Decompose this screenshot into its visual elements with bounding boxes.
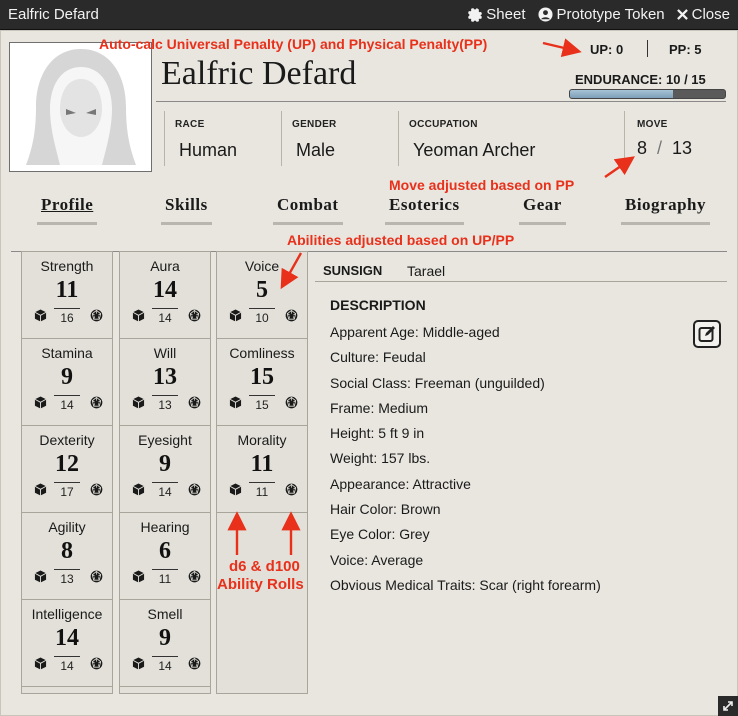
arrow-up-pp (542, 38, 582, 58)
arrow-abilities (280, 252, 303, 290)
resize-icon (723, 701, 733, 711)
gear-icon (468, 7, 483, 22)
prototype-token-button[interactable]: Prototype Token (537, 6, 665, 23)
close-icon (676, 9, 688, 20)
prototype-token-label: Prototype Token (556, 6, 665, 23)
annotation-arrows (227, 38, 635, 555)
close-label: Close (691, 6, 730, 23)
window-title: Ealfric Defard (8, 6, 99, 23)
close-button[interactable]: Close (676, 6, 730, 23)
user-circle-icon (537, 7, 553, 22)
window-titlebar[interactable]: Ealfric Defard Sheet Prototype Token Clo… (0, 0, 738, 30)
resize-handle[interactable] (718, 696, 738, 716)
sheet-button[interactable]: Sheet (468, 6, 526, 23)
character-sheet: Ealfric Defard UP: 0 PP: 5 ENDURANCE: 10… (0, 30, 738, 716)
arrow-move (604, 156, 635, 178)
sheet-label: Sheet (486, 6, 526, 23)
